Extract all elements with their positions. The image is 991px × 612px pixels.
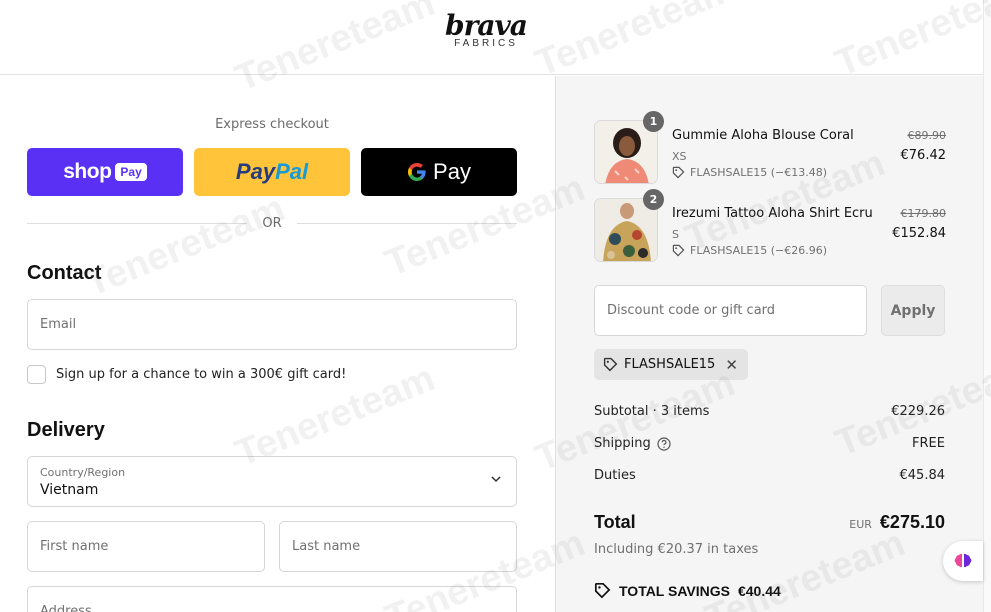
paypal-button[interactable]: PayPal xyxy=(194,148,350,196)
item-variant: S xyxy=(672,228,679,241)
divider-right xyxy=(297,223,517,224)
savings-value: €40.44 xyxy=(737,582,781,599)
item-variant: XS xyxy=(672,150,687,163)
item-discount-text: FLASHSALE15 (−€13.48) xyxy=(690,166,828,179)
first-name-placeholder: First name xyxy=(40,539,109,554)
checkout-form: Express checkout shop Pay PayPal Pay OR … xyxy=(0,76,555,612)
page-header: brava FABRICS xyxy=(0,0,983,75)
tag-icon xyxy=(603,357,618,372)
apply-discount-button[interactable]: Apply xyxy=(881,285,945,336)
subtotal-label: Subtotal · 3 items xyxy=(594,404,710,419)
address-field[interactable]: Address xyxy=(27,586,517,612)
item-price: €152.84 xyxy=(892,226,946,241)
shipping-label: Shipping xyxy=(594,436,651,451)
country-label: Country/Region xyxy=(40,466,126,479)
question-circle-icon[interactable] xyxy=(657,436,671,451)
applied-discount-tag: FLASHSALE15 ✕ xyxy=(594,349,748,380)
shop-pay-badge: Pay xyxy=(115,163,147,181)
duties-value: €45.84 xyxy=(899,468,946,483)
chevron-down-icon xyxy=(491,476,501,483)
shipping-row: Shipping xyxy=(594,436,671,451)
contact-heading: Contact xyxy=(27,262,102,284)
item-original-price: €89.90 xyxy=(907,129,947,142)
quantity-badge: 1 xyxy=(643,111,664,132)
first-name-field[interactable]: First name xyxy=(27,521,265,572)
page-scrollbar[interactable] xyxy=(983,0,991,612)
quantity-badge: 2 xyxy=(643,189,664,210)
duties-label: Duties xyxy=(594,468,636,483)
or-separator: OR xyxy=(262,216,282,231)
total-savings: TOTAL SAVINGS €40.44 xyxy=(594,582,781,599)
paypal-wordmark: PayPal xyxy=(236,159,308,185)
country-select[interactable]: Country/Region Vietnam xyxy=(27,456,517,507)
floating-assistant-button[interactable] xyxy=(943,541,983,581)
total-amount: EUR €275.10 xyxy=(849,512,945,533)
shop-pay-wordmark: shop xyxy=(63,160,112,183)
delivery-heading: Delivery xyxy=(27,419,105,441)
total-value: €275.10 xyxy=(879,512,945,532)
newsletter-checkbox[interactable] xyxy=(27,365,46,384)
email-field[interactable]: Email xyxy=(27,299,517,350)
subtotal-value: €229.26 xyxy=(891,404,945,419)
paypal-wordmark-part1: Pay xyxy=(235,159,276,184)
address-placeholder: Address xyxy=(40,604,92,612)
discount-code-input[interactable]: Discount code or gift card xyxy=(594,285,867,336)
tag-icon xyxy=(672,166,685,179)
item-discount: FLASHSALE15 (−€13.48) xyxy=(672,166,827,179)
country-value: Vietnam xyxy=(40,482,99,498)
newsletter-label[interactable]: Sign up for a chance to win a 300€ gift … xyxy=(56,367,346,382)
brain-icon xyxy=(954,553,972,568)
item-price: €76.42 xyxy=(900,148,947,163)
cart-item: 1 Gummie Aloha Blouse Coral XS FLASHSALE… xyxy=(594,111,947,186)
tax-note: Including €20.37 in taxes xyxy=(594,542,759,557)
tag-icon xyxy=(672,244,685,257)
shipping-value: FREE xyxy=(912,436,945,451)
remove-discount-icon[interactable]: ✕ xyxy=(725,356,738,374)
google-pay-wordmark: Pay xyxy=(433,159,471,184)
paypal-wordmark-part2: Pal xyxy=(275,159,309,184)
currency-code: EUR xyxy=(849,518,872,531)
google-g-icon xyxy=(408,163,426,181)
logo-subtitle: FABRICS xyxy=(454,38,518,49)
shop-pay-button[interactable]: shop Pay xyxy=(27,148,183,196)
cart-item: 2 Irezumi Tattoo Aloha Shirt Ecru S FLAS… xyxy=(594,189,947,264)
brand-logo[interactable]: brava FABRICS xyxy=(441,9,531,50)
item-discount-text: FLASHSALE15 (−€26.96) xyxy=(690,244,828,257)
last-name-placeholder: Last name xyxy=(292,539,361,554)
email-placeholder: Email xyxy=(40,317,77,332)
last-name-field[interactable]: Last name xyxy=(279,521,517,572)
order-summary: 1 Gummie Aloha Blouse Coral XS FLASHSALE… xyxy=(555,76,983,612)
item-discount: FLASHSALE15 (−€26.96) xyxy=(672,244,827,257)
divider-left xyxy=(27,223,247,224)
item-original-price: €179.80 xyxy=(900,207,947,220)
item-name: Gummie Aloha Blouse Coral xyxy=(672,128,854,143)
google-pay-button[interactable]: Pay xyxy=(361,148,517,196)
item-name: Irezumi Tattoo Aloha Shirt Ecru xyxy=(672,206,873,221)
express-checkout-label: Express checkout xyxy=(215,117,329,132)
savings-label: TOTAL SAVINGS xyxy=(619,582,730,599)
total-label: Total xyxy=(594,512,636,532)
logo-wordmark: brava xyxy=(445,9,528,42)
applied-code-text: FLASHSALE15 xyxy=(624,357,716,372)
discount-placeholder: Discount code or gift card xyxy=(607,303,776,318)
tag-icon xyxy=(594,582,611,599)
